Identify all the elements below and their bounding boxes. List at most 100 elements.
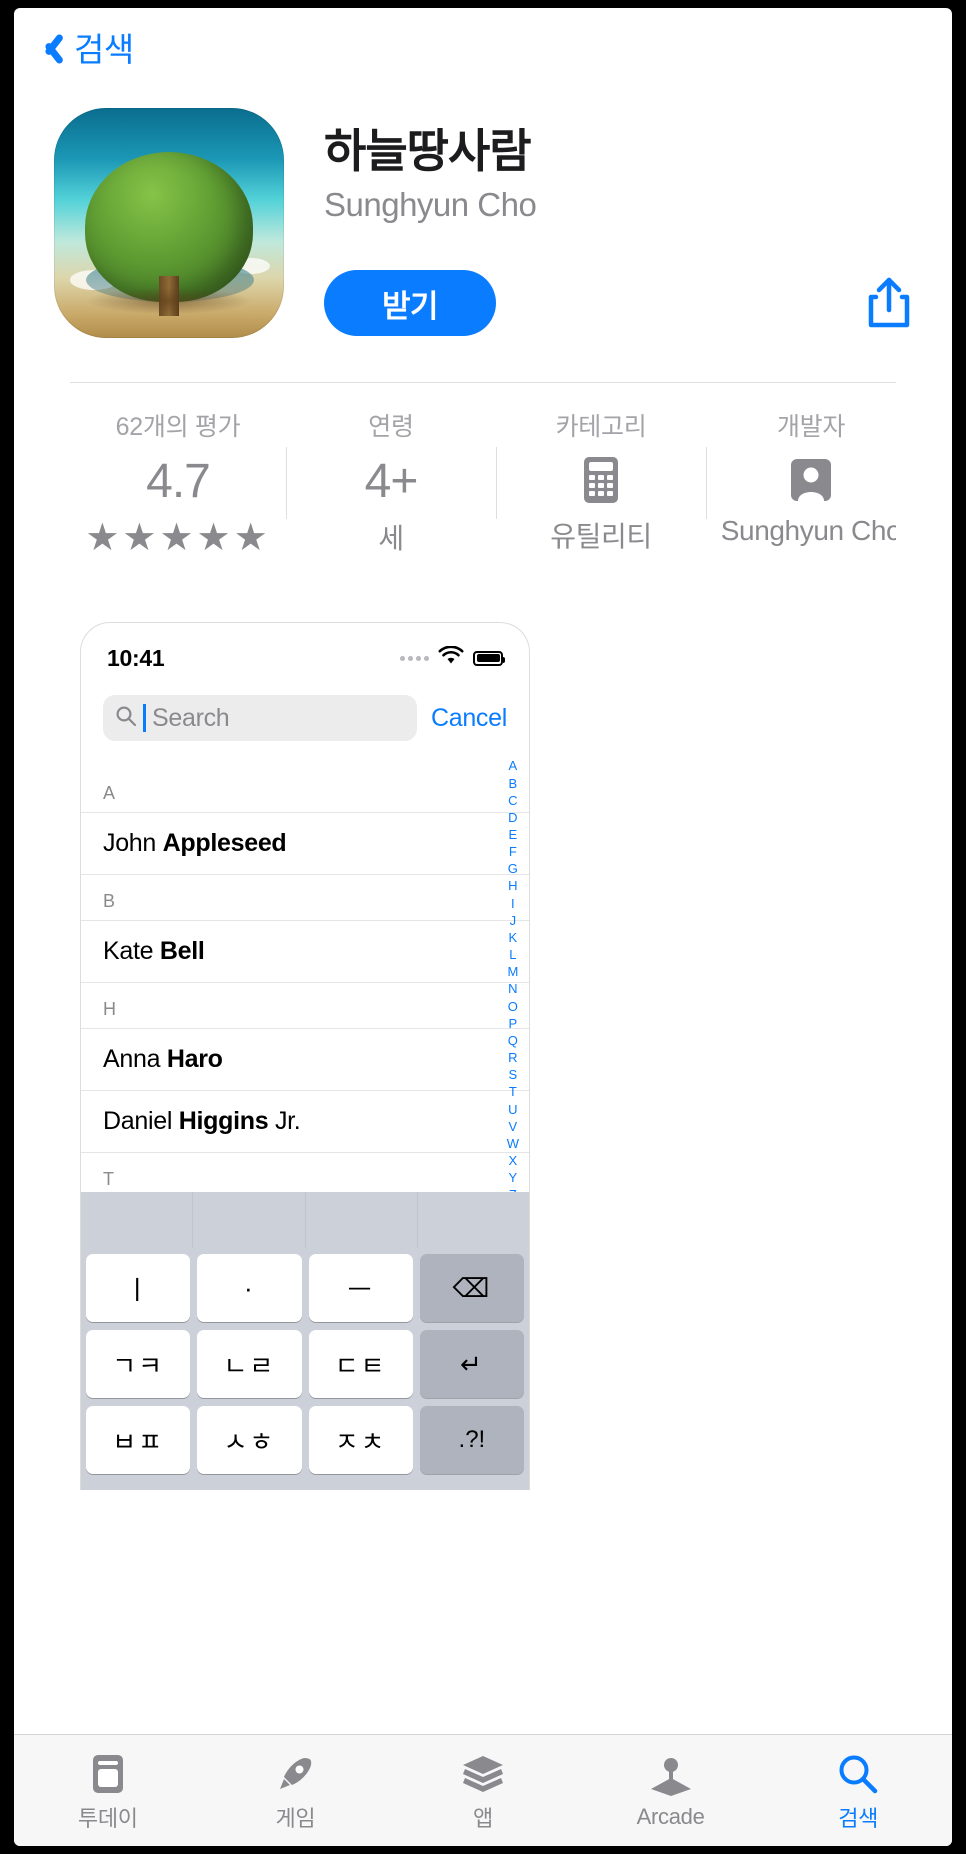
index-letter[interactable]: C: [508, 792, 517, 809]
tree-app-icon[interactable]: [54, 108, 284, 338]
preview-status-bar: 10:41: [81, 633, 529, 683]
back-button[interactable]: 검색: [40, 23, 134, 71]
preview-search-row: Search Cancel: [81, 695, 529, 742]
symbols-key[interactable]: .?!: [419, 1406, 524, 1475]
keyboard-row: ㅣ · ㅡ ⌫: [86, 1254, 524, 1323]
search-placeholder: Search: [152, 703, 230, 732]
rating-value: 4.7: [146, 455, 211, 508]
app-header: 하늘땅사람 Sunghyun Cho 받기: [14, 86, 952, 338]
suggestion-bar[interactable]: [81, 1192, 529, 1249]
index-letter[interactable]: K: [509, 929, 518, 946]
index-letter[interactable]: V: [509, 1118, 518, 1135]
index-letter[interactable]: N: [508, 980, 517, 997]
index-letter[interactable]: X: [509, 1152, 518, 1169]
signal-dots-icon: [400, 655, 429, 661]
key-ㅡ[interactable]: ㅡ: [308, 1254, 413, 1323]
key-ㅂㅍ[interactable]: ㅂㅍ: [86, 1406, 191, 1475]
list-item[interactable]: Anna Haro: [81, 1029, 529, 1092]
key-ㅅㅎ[interactable]: ㅅㅎ: [197, 1406, 302, 1475]
stat-label: 62개의 평가: [115, 413, 241, 441]
app-developer-name[interactable]: Sunghyun Cho: [324, 186, 926, 224]
index-letter[interactable]: J: [510, 912, 517, 929]
key-ㅈㅊ[interactable]: ㅈㅊ: [308, 1406, 413, 1475]
get-button[interactable]: 받기: [324, 270, 496, 337]
stat-label: 카테고리: [555, 413, 647, 441]
tab-today[interactable]: 투데이: [14, 1749, 202, 1833]
key-ㄱㅋ[interactable]: ㄱㅋ: [86, 1330, 191, 1399]
apps-stack-icon: [389, 1749, 577, 1799]
index-letter[interactable]: M: [507, 963, 518, 980]
index-letter[interactable]: E: [509, 826, 518, 843]
calculator-icon: [496, 455, 706, 505]
index-letter[interactable]: F: [509, 843, 517, 860]
index-letter[interactable]: R: [508, 1049, 517, 1066]
tab-label: 투데이: [77, 1805, 138, 1831]
backspace-key[interactable]: ⌫: [419, 1254, 524, 1323]
tab-bar: 투데이 게임 앱 Arcade 검색: [14, 1734, 952, 1846]
category-name: 유틸리티: [550, 521, 652, 552]
section-header: B: [81, 875, 529, 922]
korean-keyboard: ㅣ · ㅡ ⌫ ㄱㅋ ㄴㄹ ㄷㅌ ↵ ㅂㅍ ㅅㅎ ㅈㅊ.?!: [81, 1192, 529, 1491]
stats-strip: 62개의 평가 4.7 ★★★★★ 연령 4+ 세 카테고리 유틸리티 개발자 …: [70, 383, 896, 570]
games-rocket-icon: [202, 1749, 390, 1799]
app-title: 하늘땅사람: [324, 125, 532, 177]
app-screenshot-1[interactable]: 10:41 Search Cancel A John Appleseed B K…: [80, 622, 530, 1491]
app-store-screen: 검색 하늘땅사람 Sunghyun Cho 받기 62개의 평가 4.7 ★★★…: [14, 8, 952, 1846]
tab-label: 게임: [275, 1805, 316, 1831]
index-letter[interactable]: P: [509, 1015, 518, 1032]
search-input[interactable]: Search: [103, 695, 417, 742]
chevron-left-icon: [40, 28, 62, 66]
tab-label: 앱: [473, 1805, 493, 1831]
stat-label: 연령: [368, 413, 414, 441]
stat-developer: 개발자 Sunghyun Cho: [706, 407, 896, 560]
stat-category: 카테고리 유틸리티: [496, 407, 706, 560]
tab-label: 검색: [838, 1805, 879, 1831]
keyboard-row: ㄱㅋ ㄴㄹ ㄷㅌ ↵: [86, 1330, 524, 1399]
index-letter[interactable]: O: [508, 998, 518, 1015]
index-letter[interactable]: W: [507, 1135, 519, 1152]
index-letter[interactable]: D: [508, 809, 517, 826]
rating-stars: ★★★★★: [85, 517, 271, 560]
wifi-icon: [438, 645, 464, 670]
list-item[interactable]: John Appleseed: [81, 813, 529, 876]
section-header: H: [81, 983, 529, 1030]
tab-label: Arcade: [636, 1803, 705, 1829]
index-letter[interactable]: S: [509, 1066, 518, 1083]
battery-icon: [473, 650, 505, 666]
cancel-button[interactable]: Cancel: [431, 704, 507, 733]
list-item[interactable]: Daniel Higgins Jr.: [81, 1091, 529, 1154]
stat-age: 연령 4+ 세: [286, 407, 496, 560]
tab-games[interactable]: 게임: [202, 1749, 390, 1833]
list-item[interactable]: Kate Bell: [81, 921, 529, 984]
stat-ratings[interactable]: 62개의 평가 4.7 ★★★★★: [70, 407, 286, 560]
index-letter[interactable]: B: [509, 775, 518, 792]
text-cursor: [143, 704, 146, 733]
index-letter[interactable]: G: [508, 860, 518, 877]
status-time: 10:41: [107, 644, 165, 671]
index-letter[interactable]: U: [508, 1101, 517, 1118]
section-header: A: [81, 767, 529, 814]
index-letter[interactable]: H: [508, 877, 517, 894]
arcade-joystick-icon: [577, 1752, 765, 1802]
tab-arcade[interactable]: Arcade: [577, 1752, 765, 1830]
index-letter[interactable]: I: [511, 895, 515, 912]
alphabet-index-bar[interactable]: ABCDEFGHIJKLMNOPQRSTUVWXYZ#: [507, 757, 519, 1220]
keyboard-rows: ㅣ · ㅡ ⌫ ㄱㅋ ㄴㄹ ㄷㅌ ↵ ㅂㅍ ㅅㅎ ㅈㅊ.?!: [81, 1248, 529, 1490]
key-ㄴㄹ[interactable]: ㄴㄹ: [197, 1330, 302, 1399]
key-ㄷㅌ[interactable]: ㄷㅌ: [308, 1330, 413, 1399]
action-row: 받기: [324, 270, 926, 337]
key-·[interactable]: ·: [197, 1254, 302, 1323]
stat-label: 개발자: [776, 413, 846, 441]
index-letter[interactable]: Y: [509, 1169, 518, 1186]
index-letter[interactable]: A: [509, 757, 518, 774]
index-letter[interactable]: T: [509, 1083, 517, 1100]
contacts-list: A John Appleseed B Kate Bell H Anna Haro…: [81, 758, 529, 1262]
tree-ground: [88, 288, 250, 314]
index-letter[interactable]: L: [509, 946, 516, 963]
return-key[interactable]: ↵: [419, 1330, 524, 1399]
index-letter[interactable]: Q: [508, 1032, 518, 1049]
tab-apps[interactable]: 앱: [389, 1749, 577, 1833]
tab-search[interactable]: 검색: [764, 1749, 952, 1833]
share-icon[interactable]: [862, 274, 916, 332]
key-ㅣ[interactable]: ㅣ: [86, 1254, 191, 1323]
